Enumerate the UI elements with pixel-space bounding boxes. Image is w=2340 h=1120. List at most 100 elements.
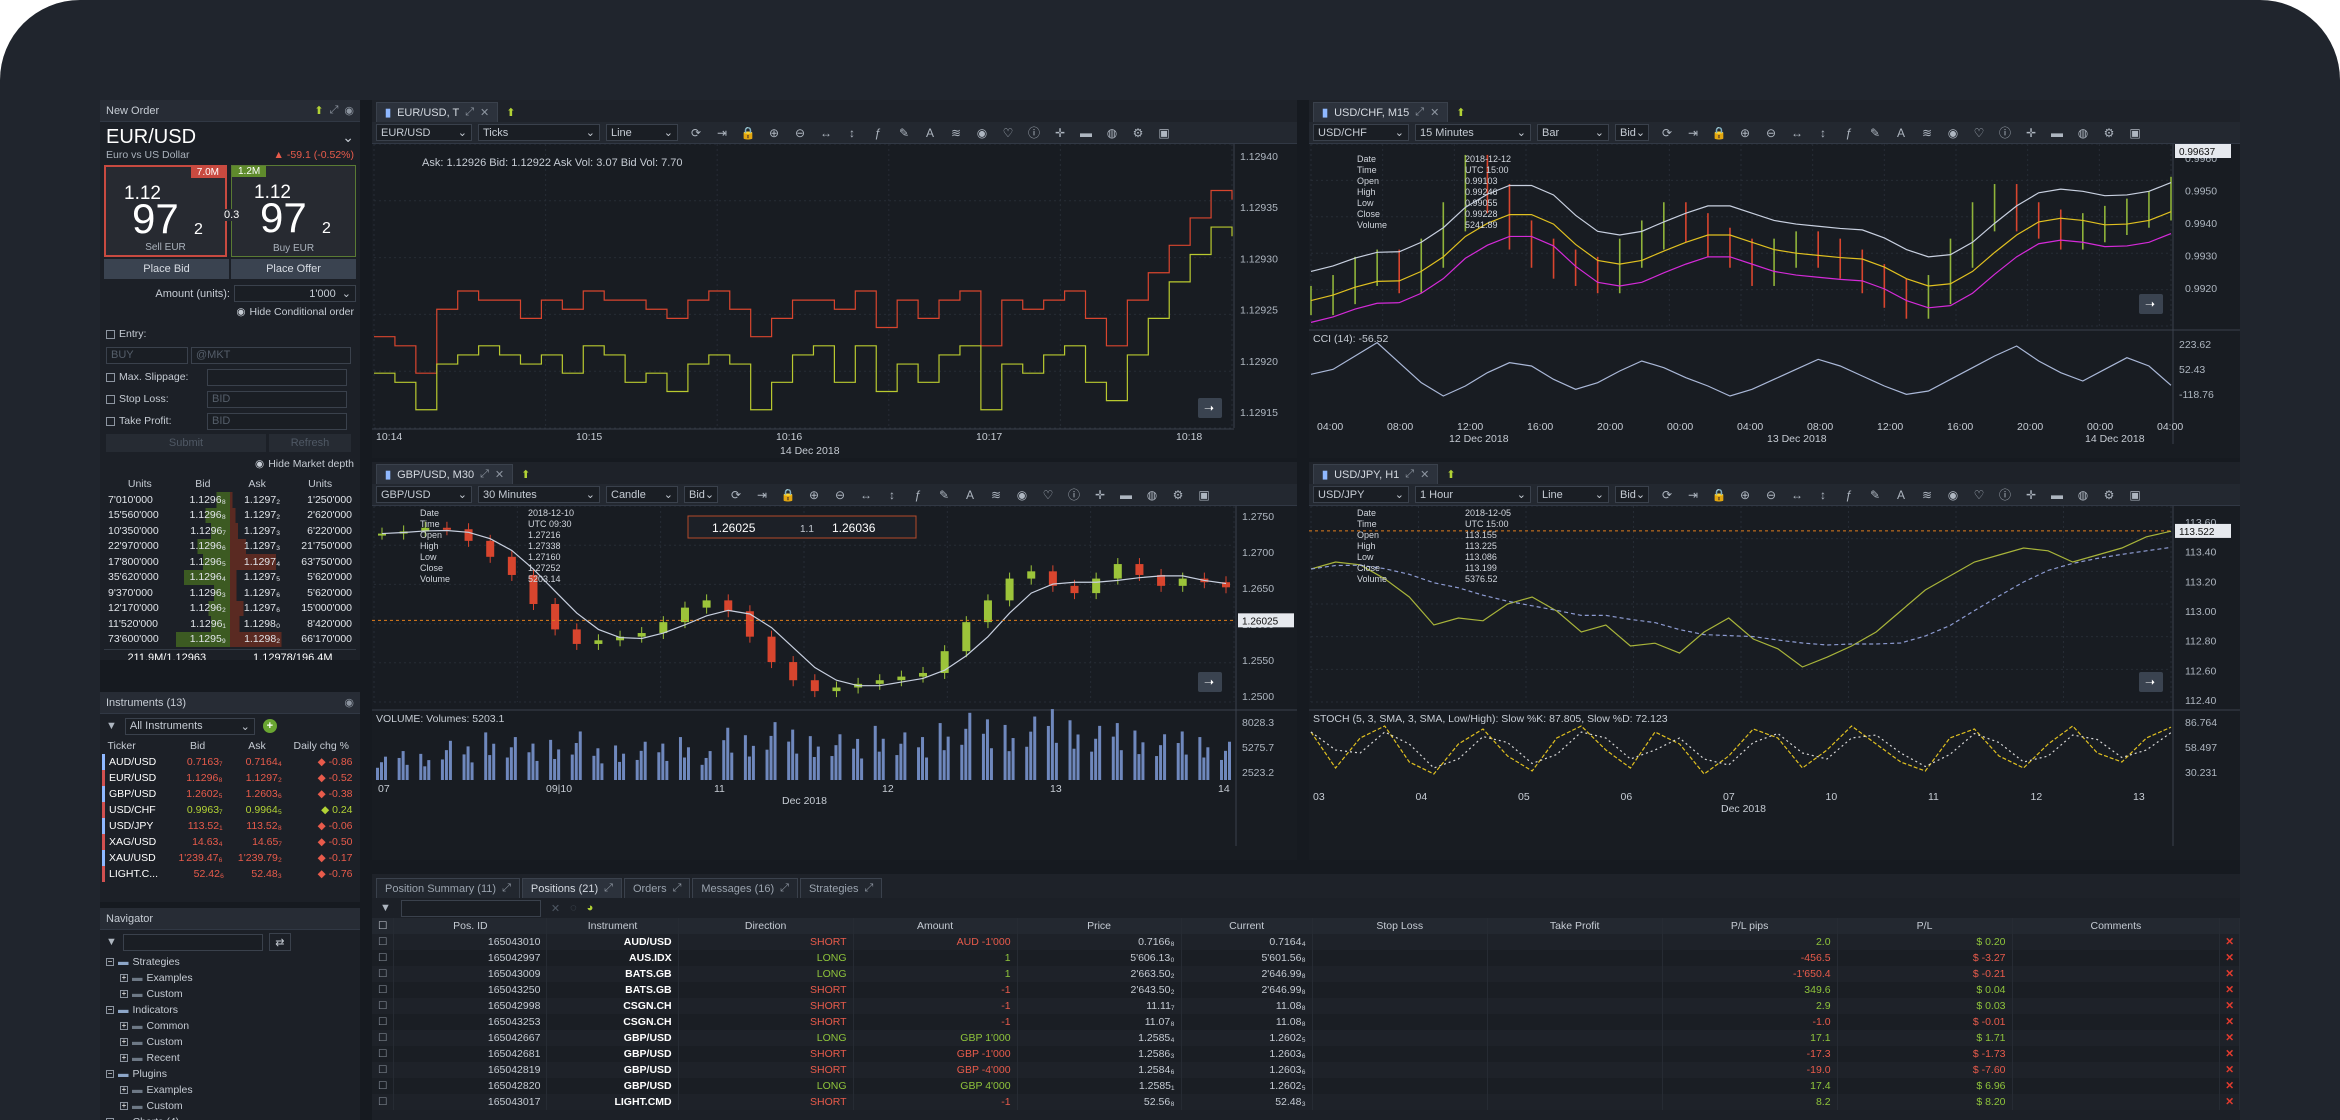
position-row[interactable]: ☐ 165042820 GBP/USD LONG GBP 4'000 1.2585₁ 1.2… — [372, 1078, 2240, 1094]
tab-gbpusd-chart[interactable]: ▮ GBP/USD, M30 ⤢ ✕ — [376, 464, 514, 484]
close-position-icon[interactable]: ✕ — [2219, 1030, 2240, 1046]
row-checkbox[interactable]: ☐ — [372, 1062, 395, 1078]
zoom-in-icon[interactable]: ⊕ — [1737, 125, 1753, 141]
pos-stop-loss[interactable] — [1312, 998, 1488, 1014]
pos-stop-loss[interactable] — [1312, 1046, 1488, 1062]
slippage-checkbox[interactable] — [106, 372, 115, 382]
depth-row[interactable]: 10'350'000 1.1296₇ 1.1297₃ 6'220'000 — [104, 523, 356, 539]
pos-comments[interactable] — [2012, 1046, 2221, 1062]
depth-row[interactable]: 73'600'000 1.1295₉ 1.1298₂ 66'170'000 — [104, 631, 356, 647]
close-position-icon[interactable]: ✕ — [2219, 934, 2240, 950]
sell-quote-button[interactable]: 7.0M 1.12 97 2 Sell EUR — [104, 165, 227, 257]
zoom-out-icon[interactable]: ⊖ — [832, 487, 848, 503]
fit-vertical-icon[interactable]: ↕ — [844, 125, 860, 141]
pos-take-profit[interactable] — [1487, 1030, 1663, 1046]
refresh-button[interactable]: Refresh — [269, 434, 351, 452]
bucket-icon[interactable]: ◍ — [2075, 125, 2091, 141]
filter-icon[interactable]: ▼ — [106, 720, 117, 732]
fit-horizontal-icon[interactable]: ↔ — [818, 125, 834, 141]
depth-row[interactable]: 17'800'000 1.1296₅ 1.1297₄ 63'750'000 — [104, 554, 356, 570]
pencil-icon[interactable]: ✎ — [1867, 487, 1883, 503]
text-icon[interactable]: A — [962, 487, 978, 503]
arrow-right-icon[interactable]: ⇥ — [714, 125, 730, 141]
close-position-icon[interactable]: ✕ — [2219, 1046, 2240, 1062]
add-chart-icon[interactable]: ⬆ — [1446, 468, 1455, 481]
popout-icon[interactable]: ⤢ — [865, 882, 874, 895]
layers-icon[interactable]: ≋ — [948, 125, 964, 141]
close-position-icon[interactable]: ✕ — [2219, 966, 2240, 982]
eye-icon[interactable]: ◉ — [344, 104, 354, 117]
row-checkbox[interactable]: ☐ — [372, 1094, 395, 1110]
tab-positions-[interactable]: Positions (21) ⤢ — [521, 878, 622, 898]
instrument-header[interactable]: Bid — [169, 738, 229, 754]
column-header[interactable]: Direction — [678, 918, 854, 934]
pos-comments[interactable] — [2012, 934, 2221, 950]
close-position-icon[interactable]: ✕ — [2219, 1078, 2240, 1094]
row-checkbox[interactable]: ☐ — [372, 1078, 395, 1094]
popout-icon[interactable]: ⤢ — [330, 104, 339, 117]
take-profit-field[interactable]: BID — [207, 412, 347, 430]
formula-icon[interactable]: ƒ — [910, 487, 926, 503]
pencil-icon[interactable]: ✎ — [896, 125, 912, 141]
stop-loss-field[interactable]: BID — [207, 390, 347, 408]
pos-stop-loss[interactable] — [1312, 950, 1488, 966]
add-chart-icon[interactable]: ⬆ — [521, 468, 530, 481]
tree-item[interactable]: + ▬ Recent — [106, 1050, 354, 1066]
lock-icon[interactable]: 🔒 — [1711, 487, 1727, 503]
pos-stop-loss[interactable] — [1312, 934, 1488, 950]
tab-strategies[interactable]: Strategies ⤢ — [799, 878, 883, 898]
tree-item[interactable]: + ▬ Custom — [106, 1098, 354, 1114]
depth-row[interactable]: 12'170'000 1.1296₂ 1.1297₆ 15'000'000 — [104, 600, 356, 616]
save-icon[interactable]: ▣ — [1196, 487, 1212, 503]
info-icon[interactable]: ⓘ — [1997, 487, 2013, 503]
instrument-row[interactable]: EUR/USD 1.1296₈ 1.1297₂ ◆ -0.52 — [102, 770, 357, 786]
save-icon[interactable]: ▣ — [2127, 487, 2143, 503]
layers-icon[interactable]: ≋ — [1919, 125, 1935, 141]
hide-conditional-link[interactable]: Hide Conditional order — [250, 306, 354, 318]
pos-stop-loss[interactable] — [1312, 1078, 1488, 1094]
refresh-icon[interactable]: ⟳ — [1659, 125, 1675, 141]
place-bid-button[interactable]: Place Bid — [104, 259, 229, 279]
tree-item[interactable]: + ▬ Custom — [106, 986, 354, 1002]
usdchf-bar-chart[interactable]: DateTimeOpenHighLowCloseVolume 2018-12-12… — [1309, 144, 2240, 458]
column-header[interactable]: P/L pips — [1662, 918, 1838, 934]
pos-comments[interactable] — [2012, 1062, 2221, 1078]
instrument-row[interactable]: LIGHT.C... 52.42₆ 52.48₃ ◆ -0.76 — [102, 866, 357, 882]
position-row[interactable]: ☐ 165043010 AUD/USD SHORT AUD -1'000 0.7166₈ 0… — [372, 934, 2240, 950]
hide-depth-link[interactable]: Hide Market depth — [268, 458, 354, 470]
positions-search-input[interactable] — [400, 899, 541, 917]
crosshair-icon[interactable]: ✛ — [1092, 487, 1108, 503]
zoom-out-icon[interactable]: ⊖ — [1763, 125, 1779, 141]
row-checkbox[interactable]: ☐ — [372, 1030, 395, 1046]
pos-take-profit[interactable] — [1487, 1046, 1663, 1062]
pos-stop-loss[interactable] — [1312, 982, 1488, 998]
pos-comments[interactable] — [2012, 1014, 2221, 1030]
pos-take-profit[interactable] — [1487, 934, 1663, 950]
tree-item[interactable]: − ▬ Strategies — [106, 954, 354, 970]
entry-price-field[interactable]: @MKT — [191, 346, 351, 364]
period-select[interactable]: Ticks ⌄ — [478, 124, 600, 141]
info-icon[interactable]: ⓘ — [1066, 487, 1082, 503]
info-icon[interactable]: ⓘ — [1997, 125, 2013, 141]
column-header[interactable]: Take Profit — [1487, 918, 1663, 934]
pos-stop-loss[interactable] — [1312, 1030, 1488, 1046]
formula-icon[interactable]: ƒ — [870, 125, 886, 141]
formula-icon[interactable]: ƒ — [1841, 125, 1857, 141]
text-icon[interactable]: A — [1893, 125, 1909, 141]
tab-messages-[interactable]: Messages (16) ⤢ — [692, 878, 798, 898]
add-chart-icon[interactable]: ⬆ — [1456, 106, 1465, 119]
column-header[interactable]: Pos. ID — [393, 918, 548, 934]
close-position-icon[interactable]: ✕ — [2219, 982, 2240, 998]
select-all-checkbox[interactable]: ☐ — [372, 918, 395, 934]
fit-vertical-icon[interactable]: ↕ — [1815, 487, 1831, 503]
swap-icon[interactable]: ⇄ — [268, 933, 291, 951]
popout-icon[interactable]: ⤢ — [780, 882, 789, 895]
gear-icon[interactable]: ⚙ — [2101, 125, 2117, 141]
eye-icon[interactable]: ◉ — [1945, 125, 1961, 141]
position-row[interactable]: ☐ 165043017 LIGHT.CMD SHORT -1 52.56₈ 52.48₃ 8.… — [372, 1094, 2240, 1110]
palette-icon[interactable]: ▬ — [1118, 487, 1134, 503]
instrument-header[interactable]: Ticker — [104, 738, 169, 754]
depth-row[interactable]: 15'560'000 1.1296₈ 1.1297₂ 2'620'000 — [104, 507, 356, 523]
fit-horizontal-icon[interactable]: ↔ — [858, 487, 874, 503]
popout-icon[interactable]: ⤢ — [465, 106, 474, 119]
